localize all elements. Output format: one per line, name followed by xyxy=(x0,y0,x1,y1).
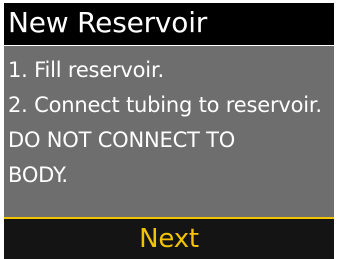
warning-line: BODY. xyxy=(8,163,68,187)
instruction-line: 2. Connect tubing to reservoir. xyxy=(8,93,322,117)
instruction-line: 1. Fill reservoir. xyxy=(8,58,164,82)
title-bar: New Reservoir xyxy=(4,3,334,45)
screen-title: New Reservoir xyxy=(8,6,208,39)
soft-key-bar: Next xyxy=(4,219,334,259)
device-screen: New Reservoir 1. Fill reservoir. 2. Conn… xyxy=(0,0,339,259)
warning-line: DO NOT CONNECT TO xyxy=(8,128,236,152)
next-button-label: Next xyxy=(139,224,199,254)
next-button[interactable]: Next xyxy=(4,219,334,259)
instruction-panel: 1. Fill reservoir. 2. Connect tubing to … xyxy=(4,46,334,217)
